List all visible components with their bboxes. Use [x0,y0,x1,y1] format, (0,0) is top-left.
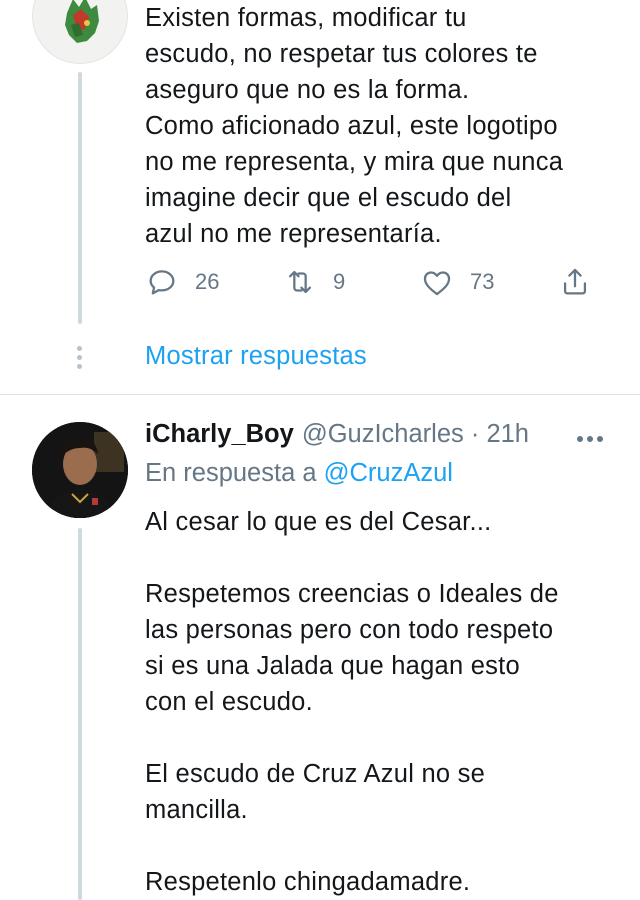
avatar-image [65,0,99,43]
more-replies-dots-icon [77,346,83,373]
tweet-header: iCharly_Boy @GuzIcharles · 21h [145,420,529,449]
reply-mention-link[interactable]: @CruzAzul [324,459,453,487]
tweet-text: Al cesar lo que es del Cesar... Respetem… [145,508,559,896]
more-options-icon[interactable] [570,427,610,451]
tweet-text: Existen formas, modificar tu escudo, no … [145,4,564,248]
separator: · [463,420,487,448]
reply-prefix: En respuesta a [145,459,324,487]
reply-button[interactable]: 26 [145,262,219,302]
reply-icon [149,270,175,295]
retweet-icon [288,270,312,294]
display-name[interactable]: iCharly_Boy [145,420,294,448]
avatar[interactable] [32,422,128,518]
retweet-count: 9 [333,269,346,294]
thread-line [78,528,82,900]
retweet-button[interactable]: 9 [283,262,345,302]
heart-icon [423,271,451,296]
divider [0,394,640,395]
show-replies-link[interactable]: Mostrar respuestas [145,342,367,371]
share-icon [563,268,587,295]
like-button[interactable]: 73 [420,262,494,302]
like-count: 73 [470,269,495,294]
thread-line [78,72,82,324]
replying-to: En respuesta a @CruzAzul [145,459,453,488]
reply-count: 26 [195,269,220,294]
avatar[interactable] [32,0,128,64]
avatar-image [32,422,128,518]
user-handle[interactable]: @GuzIcharles [302,420,464,448]
timestamp[interactable]: 21h [486,420,529,448]
share-button[interactable] [558,262,592,302]
